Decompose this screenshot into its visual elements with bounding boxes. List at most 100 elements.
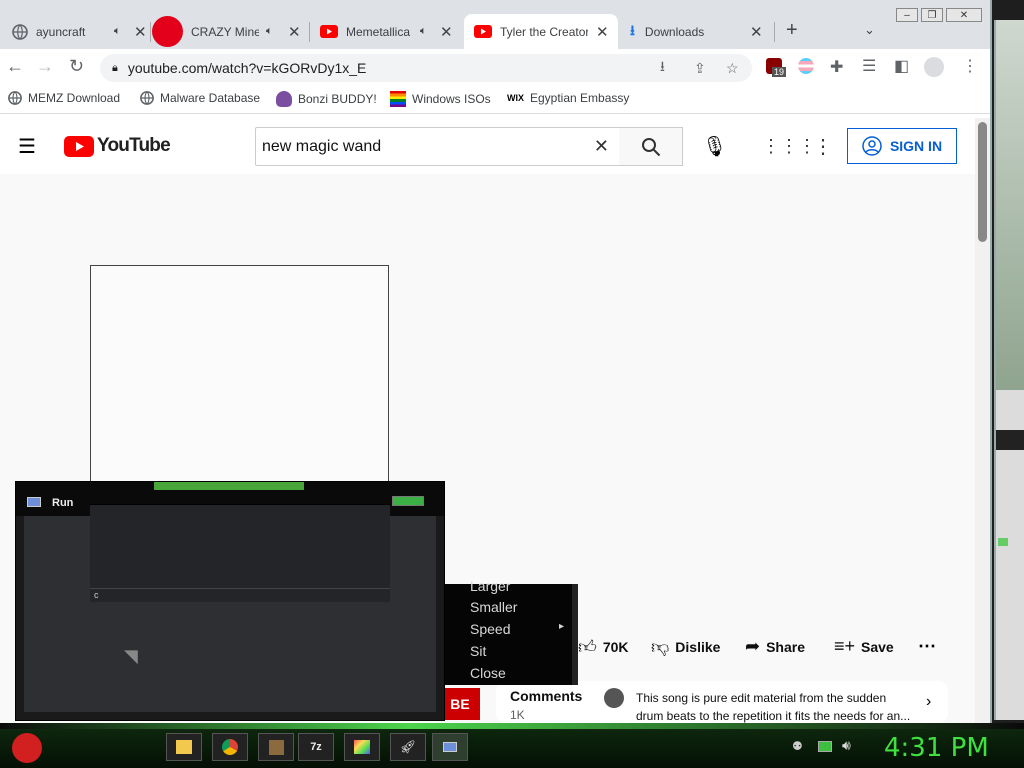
mic-icon[interactable]: 🎙︎ (702, 134, 727, 159)
subscribe-label: BE (450, 696, 470, 712)
maximize-button[interactable]: ❐ (921, 8, 943, 22)
youtube-icon (320, 25, 338, 38)
run-window-control[interactable] (392, 496, 424, 506)
minimize-button[interactable]: ‒ (896, 8, 918, 22)
taskbar-chrome[interactable] (212, 733, 248, 761)
speaker-icon: 🔈︎ (266, 25, 273, 37)
background-window-edge (994, 20, 1024, 720)
hamburger-menu-icon[interactable]: ☰ (18, 134, 36, 159)
profile-avatar[interactable] (924, 57, 944, 77)
like-button[interactable]: 👍︎ 70K (578, 636, 629, 658)
menu-item-smaller[interactable]: Smaller (470, 599, 517, 615)
bookmark-label: Malware Database (160, 91, 261, 105)
search-input[interactable]: new magic wand ✕ (255, 127, 620, 166)
tray-volume-icon[interactable]: 🔊︎ (842, 737, 851, 754)
run-title: Run (52, 497, 74, 509)
scroll-thumb[interactable] (978, 122, 987, 242)
address-bar[interactable]: 🔒︎ youtube.com/watch?v=kGORvDy1x_E ⭳ ⇪ ☆ (100, 54, 752, 82)
youtube-logo[interactable]: YouTube (64, 135, 171, 157)
like-count: 70K (602, 639, 629, 655)
comments-teaser[interactable]: Comments 1K This song is pure edit mater… (496, 681, 948, 723)
new-tab-button[interactable]: + (786, 19, 798, 42)
bookmark-memz-download[interactable]: MEMZ Download (8, 91, 120, 105)
menu-item-speed[interactable]: Speed (470, 621, 510, 637)
taskbar-top-stripe (0, 723, 1024, 729)
page-scrollbar[interactable] (975, 118, 990, 723)
bookmark-malware-database[interactable]: Malware Database (140, 91, 260, 105)
bookmark-label: Egyptian Embassy (530, 91, 630, 105)
settings-kebab-icon[interactable]: ⋮ (813, 134, 833, 159)
thumbs-up-icon: 👍︎ (578, 637, 597, 657)
forward-icon[interactable]: → (36, 56, 54, 77)
extension-badge: 19 (772, 67, 787, 77)
tab-tyler-the-creator[interactable]: Tyler the Creator ✕ (464, 14, 618, 49)
search-button[interactable] (619, 127, 683, 166)
taskbar-run[interactable] (432, 733, 468, 761)
dislike-button[interactable]: 👎︎ Dislike (651, 636, 720, 658)
subscribe-button[interactable]: BE (440, 688, 480, 720)
bonzi-icon (276, 91, 292, 107)
run-icon (443, 742, 457, 752)
angry-bird-icon (12, 733, 42, 763)
reload-icon[interactable]: ↻ (69, 56, 84, 77)
tab-search-chevron-icon[interactable]: ⌄ (864, 22, 875, 38)
submenu-arrow-icon: ▸ (559, 621, 565, 632)
run-input[interactable]: c (90, 504, 390, 602)
share-icon[interactable]: ⇪ (694, 60, 706, 77)
bookmark-star-icon[interactable]: ☆ (726, 60, 739, 77)
tab-downloads[interactable]: ⭳ Downloads ✕ (622, 14, 772, 49)
menu-item-larger[interactable]: Larger (470, 578, 510, 594)
context-menu: Larger Smaller Speed ▸ Sit Close (445, 578, 578, 685)
taskbar-file-explorer[interactable] (166, 733, 202, 761)
close-tab-icon[interactable]: ✕ (440, 23, 453, 41)
tab-crazy-mine[interactable]: CRAZY Mine 🔈︎ ✕ (152, 14, 307, 49)
bookmark-egyptian-embassy[interactable]: WIX Egyptian Embassy (507, 91, 629, 105)
trans-flag-extension-icon[interactable] (798, 58, 814, 74)
browser-toolbar: ← → ↻ 🔒︎ youtube.com/watch?v=kGORvDy1x_E… (0, 49, 990, 86)
taskbar-paint[interactable] (344, 733, 380, 761)
taskbar-rocket[interactable]: 🚀︎ (390, 733, 426, 761)
clear-search-icon[interactable]: ✕ (594, 136, 609, 157)
taskbar-7zip[interactable]: 7z (298, 733, 334, 761)
taskbar-clock[interactable]: 4:31 PM (884, 733, 989, 763)
red-dot-icon (152, 16, 183, 47)
close-window-button[interactable]: ✕ (946, 8, 982, 22)
tray-usb-icon[interactable]: ⚉ (792, 739, 803, 753)
more-actions-icon[interactable]: ⋯ (918, 636, 936, 657)
lock-icon: 🔒︎ (112, 61, 118, 74)
playlist-add-icon: ≡+ (834, 636, 856, 656)
close-tab-icon[interactable]: ✕ (750, 23, 763, 41)
tab-memetallica[interactable]: Memetallica 🔈︎ ✕ (312, 14, 462, 49)
menu-item-sit[interactable]: Sit (470, 643, 486, 659)
side-panel-icon[interactable]: ◧ (894, 56, 909, 76)
youtube-wordmark: YouTube (97, 135, 171, 156)
save-button[interactable]: ≡+ Save (834, 636, 894, 657)
youtube-icon (474, 25, 492, 38)
tab-ayuncraft[interactable]: ayuncraft 🔈︎ ✕ (8, 14, 148, 49)
menu-item-close[interactable]: Close (470, 665, 506, 681)
start-button[interactable] (8, 729, 46, 767)
green-accent-bar (154, 482, 304, 490)
menu-kebab-icon[interactable]: ⋮ (962, 56, 978, 76)
commenter-avatar (604, 688, 624, 708)
back-icon[interactable]: ← (6, 56, 24, 77)
close-tab-icon[interactable]: ✕ (288, 23, 301, 41)
media-controls-icon[interactable]: ☰ (862, 56, 876, 76)
bookmark-bonzi-buddy[interactable]: Bonzi BUDDY! (276, 91, 377, 107)
bookmark-label: Windows ISOs (412, 92, 491, 106)
apps-grid-icon[interactable]: ⋮⋮⋮ (762, 136, 816, 157)
extensions-puzzle-icon[interactable]: ✚ (830, 57, 843, 77)
comments-label: Comments (510, 688, 583, 704)
sign-in-button[interactable]: SIGN IN (847, 128, 957, 164)
tray-network-icon[interactable] (818, 741, 832, 752)
share-button[interactable]: ➦ Share (745, 636, 805, 657)
share-arrow-icon: ➦ (745, 636, 761, 656)
run-input-dropdown[interactable] (90, 588, 390, 602)
close-tab-icon[interactable]: ✕ (596, 23, 609, 41)
ublock-extension-icon[interactable]: 19 (766, 58, 787, 77)
install-app-icon[interactable]: ⭳ (660, 56, 665, 80)
close-tab-icon[interactable]: ✕ (134, 23, 147, 41)
bookmark-windows-isos[interactable]: Windows ISOs (390, 91, 491, 107)
taskbar-minecraft[interactable] (258, 733, 294, 761)
taskbar: 7z 🚀︎ ⚉ 🔊︎ (0, 723, 1024, 768)
